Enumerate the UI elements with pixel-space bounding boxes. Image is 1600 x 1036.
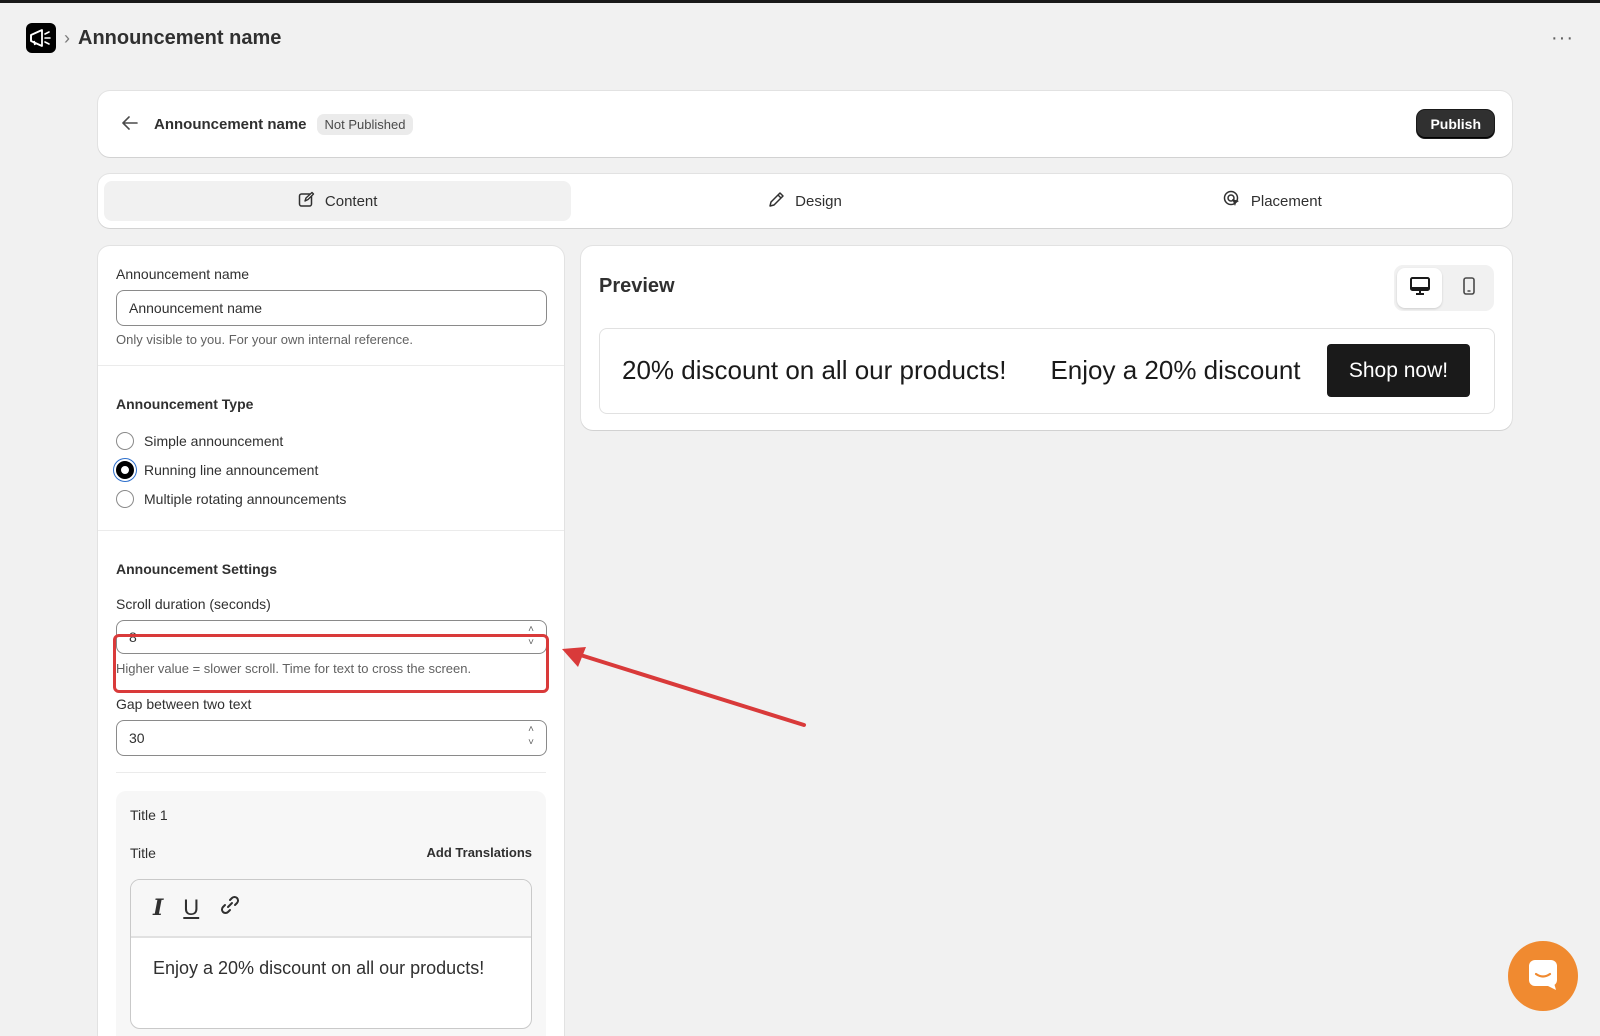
- tab-design[interactable]: Design: [571, 181, 1038, 221]
- scroll-duration-label: Scroll duration (seconds): [116, 596, 271, 612]
- running-text-item: Enjoy a 20% discount on all our products…: [1050, 355, 1308, 385]
- tab-bar: Content Design Placement: [98, 174, 1512, 228]
- publish-button[interactable]: Publish: [1417, 110, 1494, 138]
- chat-icon: [1526, 957, 1560, 996]
- type-section: Announcement Type Simple announcement Ru…: [98, 366, 564, 531]
- device-toggle: [1394, 265, 1494, 311]
- status-badge: Not Published: [316, 113, 414, 135]
- divider: [116, 772, 546, 773]
- preview-title: Preview: [599, 275, 675, 297]
- app-title: Announcement name: [78, 26, 282, 49]
- name-section: Announcement name Announcement name Only…: [98, 246, 564, 366]
- rich-text-editor[interactable]: I U Enjoy a 20% discount on all our prod…: [130, 879, 532, 1029]
- link-icon[interactable]: [219, 894, 241, 922]
- more-actions-icon[interactable]: ···: [1551, 27, 1574, 50]
- back-arrow-icon[interactable]: [122, 114, 138, 135]
- running-text-item: 20% discount on all our products!: [622, 355, 1007, 385]
- desktop-icon: [1409, 276, 1430, 300]
- settings-section: Announcement Settings Scroll duration (s…: [98, 531, 564, 791]
- gap-label: Gap between two text: [116, 696, 252, 712]
- chat-widget-button[interactable]: [1508, 941, 1578, 1011]
- settings-title: Announcement Settings: [116, 561, 278, 577]
- page-title: Announcement name: [154, 115, 307, 133]
- announcement-name-input[interactable]: Announcement name: [116, 290, 547, 326]
- tab-content-label: Content: [324, 192, 378, 210]
- radio-label: Running line announcement: [144, 462, 319, 478]
- shop-now-button[interactable]: Shop now!: [1327, 344, 1470, 397]
- scroll-duration-stepper[interactable]: 8 ˄ ˅: [116, 620, 547, 654]
- announcement-header: Announcement name Not Published Publish: [98, 91, 1512, 157]
- tab-placement[interactable]: Placement: [1039, 181, 1506, 221]
- radio-simple[interactable]: Simple announcement: [116, 432, 546, 450]
- editor-content[interactable]: Enjoy a 20% discount on all our products…: [131, 938, 531, 1028]
- breadcrumb-separator: ›: [64, 27, 70, 48]
- title-block-heading: Title 1: [130, 807, 168, 823]
- stepper-arrows-icon[interactable]: ˄ ˅: [528, 723, 534, 749]
- scroll-duration-input[interactable]: 8: [116, 620, 547, 654]
- radio-button[interactable]: [116, 432, 134, 450]
- megaphone-logo-icon: [26, 23, 56, 53]
- preview-panel: Preview 20% discount on all our products…: [581, 246, 1512, 430]
- mobile-icon: [1462, 276, 1475, 300]
- placement-icon: [1223, 190, 1241, 212]
- gap-input[interactable]: 30: [116, 720, 547, 756]
- tab-content[interactable]: Content: [104, 181, 572, 221]
- gap-stepper[interactable]: 30 ˄ ˅: [116, 720, 547, 756]
- announcement-bar-preview: 20% discount on all our products! Enjoy a…: [599, 328, 1495, 414]
- mobile-view-button[interactable]: [1446, 268, 1491, 308]
- add-translations-link[interactable]: Add Translations: [427, 845, 532, 861]
- italic-icon[interactable]: I: [153, 895, 163, 921]
- tab-placement-label: Placement: [1250, 192, 1322, 210]
- title-field-row: Title Add Translations: [130, 845, 532, 861]
- name-help-text: Only visible to you. For your own intern…: [116, 332, 413, 347]
- radio-multiple-rotating[interactable]: Multiple rotating announcements: [116, 490, 546, 508]
- title-field-label: Title: [130, 845, 156, 861]
- radio-running-line[interactable]: Running line announcement: [116, 461, 546, 479]
- name-label: Announcement name: [116, 266, 250, 282]
- desktop-view-button[interactable]: [1397, 268, 1442, 308]
- title-block: Title 1 Title Add Translations I U Enjoy…: [116, 791, 546, 1036]
- radio-label: Multiple rotating announcements: [144, 491, 347, 507]
- underline-icon[interactable]: U: [183, 895, 199, 921]
- running-line-text: 20% discount on all our products! Enjoy a…: [622, 355, 1308, 386]
- tab-design-label: Design: [795, 192, 842, 210]
- radio-label: Simple announcement: [144, 433, 284, 449]
- content-form: Announcement name Announcement name Only…: [98, 246, 564, 1036]
- stepper-arrows-icon[interactable]: ˄ ˅: [528, 623, 534, 649]
- annotation-arrow-icon: [562, 647, 806, 727]
- edit-icon: [298, 191, 315, 212]
- type-title: Announcement Type: [116, 396, 254, 412]
- radio-button[interactable]: [116, 490, 134, 508]
- pencil-icon: [768, 191, 785, 212]
- scroll-help-text: Higher value = slower scroll. Time for t…: [116, 661, 472, 676]
- app-topbar: › Announcement name ···: [0, 3, 1600, 73]
- radio-button-selected[interactable]: [116, 461, 134, 479]
- editor-toolbar: I U: [131, 880, 531, 938]
